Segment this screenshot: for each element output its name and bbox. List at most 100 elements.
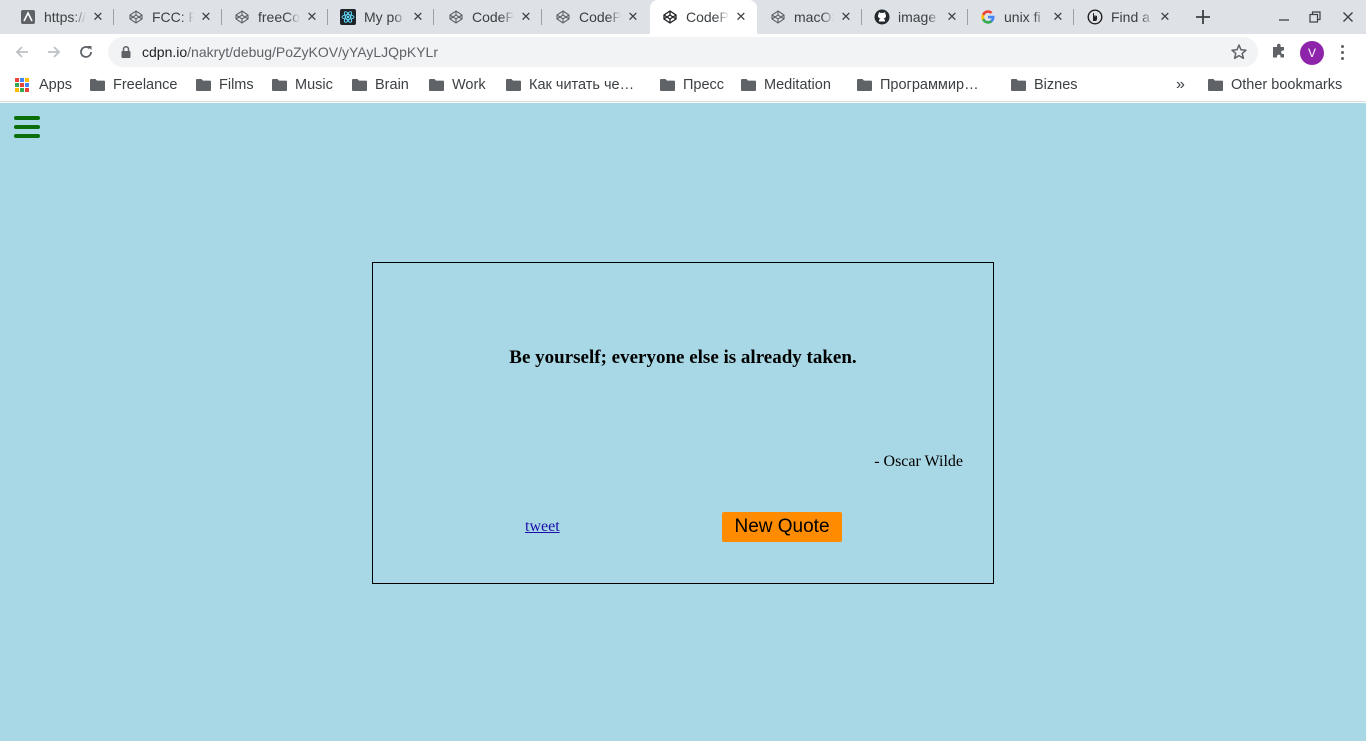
bookmark-apps[interactable]: Apps [15, 70, 72, 100]
bookmark-folder[interactable]: Meditation [741, 70, 831, 100]
site-icon [1087, 9, 1103, 25]
bookmark-label: Meditation [764, 77, 831, 93]
tab-7[interactable]: macOS ✕ [758, 0, 862, 34]
tweet-link[interactable]: tweet [525, 518, 560, 536]
react-icon [340, 9, 356, 25]
new-tab-button[interactable] [1192, 6, 1214, 28]
close-tab-icon[interactable]: ✕ [625, 9, 641, 25]
close-tab-icon[interactable]: ✕ [1157, 9, 1173, 25]
bookmark-folder[interactable]: Music [272, 70, 333, 100]
codepen-icon [662, 9, 678, 25]
back-arrow-icon [15, 46, 28, 58]
close-tab-icon[interactable]: ✕ [1050, 9, 1066, 25]
globe-icon [20, 9, 36, 25]
close-window-button[interactable] [1332, 0, 1364, 34]
bookmarks-bar: Apps Freelance Films Music Brain Work Ка… [0, 70, 1366, 102]
folder-icon [506, 79, 521, 91]
folder-icon [429, 79, 444, 91]
tab-title: image [898, 9, 937, 25]
bookmark-folder[interactable]: Как читать че… [506, 70, 634, 100]
bookmark-label: Music [295, 77, 333, 93]
folder-icon [857, 79, 872, 91]
tab-9[interactable]: unix fi ✕ [968, 0, 1074, 34]
plus-icon [1196, 10, 1210, 24]
new-quote-button[interactable]: New Quote [722, 512, 842, 542]
close-tab-icon[interactable]: ✕ [304, 9, 320, 25]
folder-icon [1011, 79, 1026, 91]
apps-grid-icon [15, 78, 29, 92]
folder-icon [196, 79, 211, 91]
address-bar[interactable]: cdpn.io/nakryt/debug/PoZyKOV/yYAyLJQpKYL… [108, 37, 1258, 67]
bookmark-folder[interactable]: Программир… [857, 70, 979, 100]
quote-box: Be yourself; everyone else is already ta… [372, 262, 994, 584]
tab-1[interactable]: FCC: P ✕ [116, 0, 222, 34]
extensions-puzzle-icon[interactable] [1270, 42, 1288, 60]
close-tab-icon[interactable]: ✕ [410, 9, 426, 25]
tab-title: CodeP [686, 9, 729, 25]
tab-3[interactable]: My po ✕ [328, 0, 434, 34]
close-tab-icon[interactable]: ✕ [733, 9, 749, 25]
close-tab-icon[interactable]: ✕ [198, 9, 214, 25]
quote-author: - Oscar Wilde [874, 453, 963, 470]
browser-menu-icon[interactable] [1334, 40, 1350, 64]
lock-icon[interactable] [120, 45, 132, 64]
codepen-icon [555, 9, 571, 25]
tab-4[interactable]: CodeP ✕ [436, 0, 542, 34]
codepen-icon [128, 9, 144, 25]
tab-title: https:// [44, 9, 86, 25]
other-bookmarks[interactable]: Other bookmarks [1208, 70, 1342, 100]
bookmark-label: Biznes [1034, 77, 1078, 93]
bookmark-label: Brain [375, 77, 409, 93]
bookmark-star-icon[interactable] [1230, 43, 1248, 66]
tab-title: macOS [794, 9, 834, 25]
minimize-icon [1279, 19, 1289, 21]
folder-icon [90, 79, 105, 91]
bookmark-label: Freelance [113, 77, 178, 93]
bookmark-folder[interactable]: Brain [352, 70, 409, 100]
bookmark-label: Как читать че… [529, 77, 635, 93]
close-tab-icon[interactable]: ✕ [518, 9, 534, 25]
tab-5[interactable]: CodeP ✕ [543, 0, 649, 34]
close-tab-icon[interactable]: ✕ [838, 9, 854, 25]
hamburger-menu-icon[interactable] [14, 116, 40, 138]
close-tab-icon[interactable]: ✕ [944, 9, 960, 25]
tab-title: freeCo [258, 9, 300, 25]
close-icon [1343, 12, 1353, 22]
reload-button[interactable] [72, 38, 100, 66]
back-button[interactable] [8, 38, 36, 66]
close-tab-icon[interactable]: ✕ [90, 9, 106, 25]
codepen-icon [448, 9, 464, 25]
bookmark-folder[interactable]: Work [429, 70, 486, 100]
minimize-button[interactable] [1268, 0, 1300, 34]
bookmark-label: Программир… [880, 77, 979, 93]
bookmark-label: Other bookmarks [1231, 77, 1343, 93]
codepen-icon [234, 9, 250, 25]
tab-8[interactable]: image ✕ [862, 0, 968, 34]
tab-title: Find a [1111, 9, 1150, 25]
tab-title: FCC: P [152, 9, 194, 25]
bookmark-folder[interactable]: Пресс [660, 70, 724, 100]
restore-button[interactable] [1299, 0, 1331, 34]
reload-icon [80, 46, 92, 58]
tab-0[interactable]: https:// ✕ [8, 0, 114, 34]
tab-10[interactable]: Find a ✕ [1075, 0, 1181, 34]
bookmark-folder[interactable]: Biznes [1011, 70, 1078, 100]
forward-arrow-icon [48, 46, 61, 58]
url-path: /nakryt/debug/PoZyKOV/yYAyLJQpKYLr [187, 44, 438, 60]
tab-title: My po [364, 9, 403, 25]
github-icon [874, 9, 890, 25]
folder-icon [272, 79, 287, 91]
tab-2[interactable]: freeCo ✕ [222, 0, 328, 34]
browser-toolbar: cdpn.io/nakryt/debug/PoZyKOV/yYAyLJQpKYL… [0, 34, 1366, 70]
quote-text: Be yourself; everyone else is already ta… [509, 347, 857, 368]
folder-icon [741, 79, 756, 91]
tab-6-active[interactable]: CodeP ✕ [650, 0, 757, 34]
google-icon [980, 9, 996, 25]
forward-button[interactable] [40, 38, 68, 66]
bookmark-folder[interactable]: Films [196, 70, 254, 100]
profile-avatar[interactable]: V [1300, 41, 1324, 65]
bookmark-folder[interactable]: Freelance [90, 70, 177, 100]
bookmarks-overflow-chevron-icon[interactable]: » [1176, 70, 1185, 100]
folder-icon [1208, 79, 1223, 91]
url-text[interactable]: cdpn.io/nakryt/debug/PoZyKOV/yYAyLJQpKYL… [142, 44, 438, 60]
